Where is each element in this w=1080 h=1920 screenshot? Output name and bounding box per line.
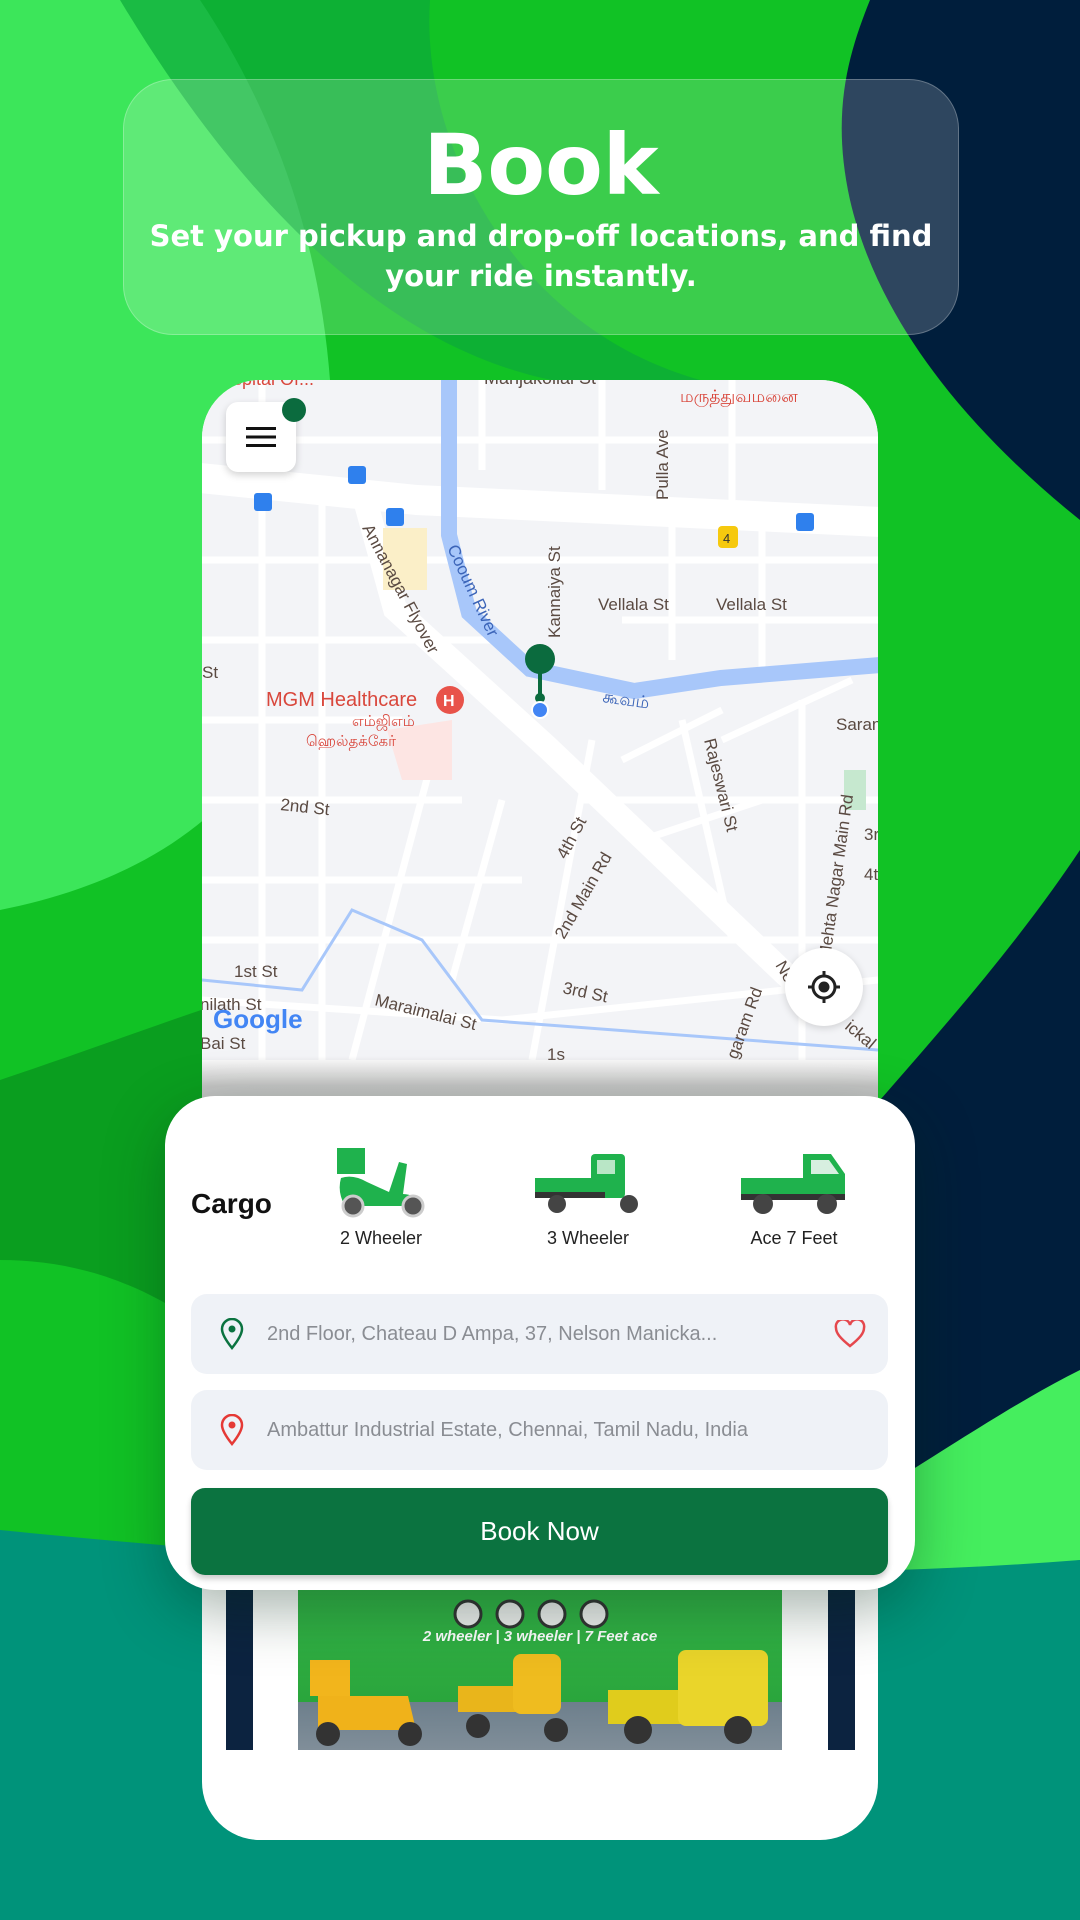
mini-truck-icon (741, 1154, 845, 1214)
vehicle-option-2-wheeler[interactable]: 2 Wheeler (306, 1148, 456, 1249)
map-view[interactable]: 4 t Hospital Of... Manjakollai St மருத்த… (202, 380, 878, 1116)
promo-carousel[interactable]: 2 wheeler | 3 wheeler | 7 Feet ace (202, 1590, 878, 1750)
map-label: ஹெல்தக்கேர் (306, 733, 396, 750)
category-label: Cargo (191, 1188, 272, 1219)
promo-banner[interactable]: 2 wheeler | 3 wheeler | 7 Feet ace (298, 1590, 782, 1750)
booking-card: Cargo 2 Wheeler 3 Wheeler Ace 7 Feet 2nd… (165, 1096, 915, 1590)
pickup-address: 2nd Floor, Chateau D Ampa, 37, Nelson Ma… (267, 1322, 718, 1345)
notification-dot (282, 398, 306, 422)
page-title: Book (423, 116, 659, 214)
map-label: 3r (864, 825, 878, 844)
page-subtitle: Set your pickup and drop-off locations, … (149, 219, 933, 293)
map-label: Vellala St (716, 595, 787, 614)
hamburger-menu-icon (246, 427, 276, 447)
map-label: Kannaiya St (545, 546, 564, 638)
three-wheeler-icon (535, 1154, 638, 1213)
map-label: Pulla Ave (653, 429, 672, 500)
vehicle-label: 3 Wheeler (546, 1228, 630, 1248)
google-logo: Google (213, 1004, 303, 1034)
map-label: மருத்துவமனை (680, 387, 798, 407)
favorite-heart-icon[interactable] (834, 1320, 866, 1348)
map-label: 2nd St (280, 795, 331, 819)
map-label: எம்ஜிஎம் (352, 713, 415, 731)
map-label: 1st St (234, 962, 278, 981)
carousel-prev-slide[interactable] (226, 1590, 253, 1750)
my-location-icon (808, 971, 840, 1003)
route-badge: 4 (723, 531, 730, 546)
map-label: 4t (864, 865, 878, 884)
banner-vehicles-image (310, 1650, 768, 1746)
book-now-button[interactable]: Book Now (191, 1488, 888, 1575)
drop-location-input[interactable]: Ambattur Industrial Estate, Chennai, Tam… (191, 1390, 888, 1470)
vehicle-option-3-wheeler[interactable]: 3 Wheeler (513, 1148, 663, 1249)
vehicle-label: Ace 7 Feet (750, 1228, 838, 1248)
vehicle-label: 2 Wheeler (339, 1228, 423, 1248)
map-label: Manjakollai St (484, 380, 596, 388)
banner-tagline: 2 wheeler | 3 wheeler | 7 Feet ace (422, 1628, 658, 1645)
map-label: St (202, 663, 218, 682)
scooter-icon (337, 1148, 425, 1218)
carousel-next-slide[interactable] (828, 1590, 855, 1750)
my-location-button[interactable] (785, 948, 863, 1026)
map-label: 3rd St (561, 978, 610, 1006)
drop-address: Ambattur Industrial Estate, Chennai, Tam… (267, 1418, 748, 1441)
pickup-pin-icon (220, 1318, 244, 1350)
map-label: Saran (836, 715, 878, 734)
map-label: MGM Healthcare (266, 689, 417, 711)
current-location-dot-icon (531, 701, 549, 719)
map-label: 4th St (553, 813, 591, 861)
hero-card: Book Set your pickup and drop-off locati… (123, 79, 959, 335)
drop-pin-icon (220, 1414, 244, 1446)
map-label: t Hospital Of... (202, 380, 314, 389)
svg-text:H: H (443, 693, 455, 710)
map-canvas: 4 t Hospital Of... Manjakollai St மருத்த… (202, 380, 878, 1064)
map-label: Bai St (202, 1034, 246, 1053)
vehicle-option-ace-7-feet[interactable]: Ace 7 Feet (719, 1148, 869, 1249)
pickup-location-input[interactable]: 2nd Floor, Chateau D Ampa, 37, Nelson Ma… (191, 1294, 888, 1374)
map-label: Vellala St (598, 595, 669, 614)
map-label: Mehta Nagar Main Rd (815, 793, 857, 960)
